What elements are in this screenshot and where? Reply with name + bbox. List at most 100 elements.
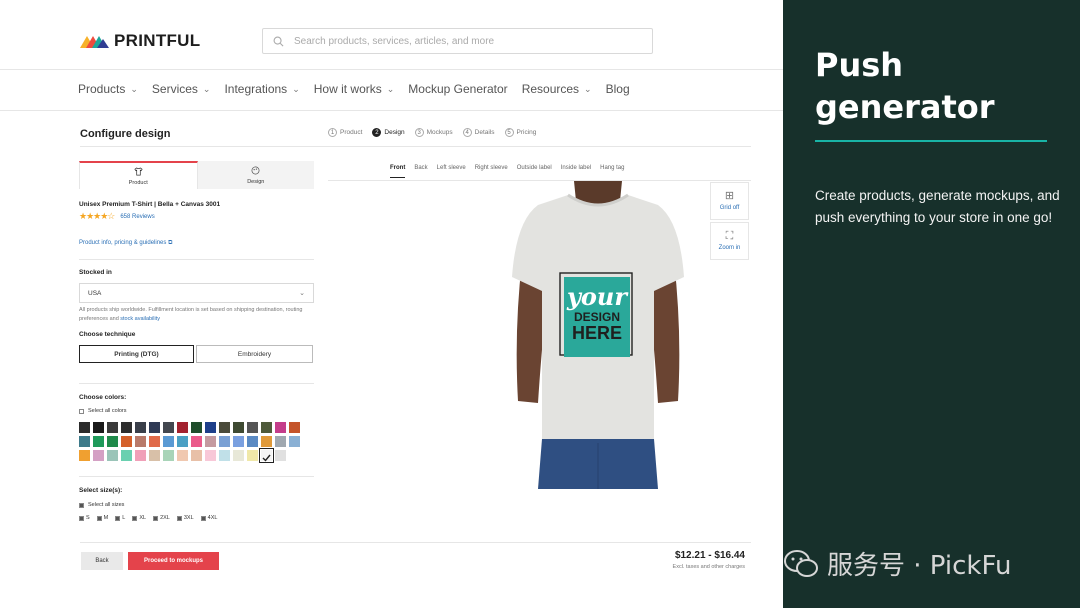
search-input[interactable]	[294, 35, 624, 47]
color-swatch[interactable]	[79, 422, 90, 433]
nav-item-integrations[interactable]: Integrations ⌄	[224, 82, 299, 96]
step-mockups[interactable]: 3 Mockups	[414, 128, 453, 137]
color-swatch[interactable]	[135, 422, 146, 433]
color-swatch[interactable]	[121, 422, 132, 433]
color-swatch[interactable]	[275, 422, 286, 433]
zoom-button[interactable]: ⛶ Zoom in	[710, 222, 749, 260]
step-details[interactable]: 4 Details	[462, 128, 495, 137]
color-swatch[interactable]	[247, 450, 258, 461]
reviews-link[interactable]: 658 Reviews	[120, 214, 154, 220]
step-design[interactable]: 2 Design	[372, 128, 405, 137]
color-swatch[interactable]	[219, 422, 230, 433]
color-swatch[interactable]	[289, 436, 300, 447]
nav-item-blog[interactable]: Blog	[606, 82, 630, 96]
promo-title-line1: Push	[815, 46, 904, 84]
grid-toggle-button[interactable]: ⊞ Grid off	[710, 182, 749, 220]
color-swatch[interactable]	[177, 450, 188, 461]
size-option-3xl[interactable]: 3XL	[176, 515, 194, 521]
size-option-2xl[interactable]: 2XL	[153, 515, 170, 521]
color-swatch[interactable]	[93, 436, 104, 447]
color-swatch[interactable]	[275, 436, 286, 447]
color-swatch[interactable]	[219, 450, 230, 461]
color-swatch[interactable]	[261, 422, 272, 433]
color-swatch[interactable]	[233, 436, 244, 447]
step-number: 1	[328, 128, 337, 137]
rating-stars: ★★★★☆	[79, 211, 115, 221]
nav-item-mockup-generator[interactable]: Mockup Generator	[408, 82, 507, 96]
color-swatch[interactable]	[191, 422, 202, 433]
color-swatch[interactable]	[191, 436, 202, 447]
tab-view-front[interactable]: Front	[390, 165, 406, 178]
color-swatch[interactable]	[163, 450, 174, 461]
tab-design[interactable]: Design	[197, 161, 314, 189]
step-pricing[interactable]: 5 Pricing	[504, 128, 536, 137]
proceed-to-mockups-button[interactable]: Proceed to mockups	[128, 552, 219, 570]
color-swatch[interactable]	[121, 436, 132, 447]
color-swatch[interactable]	[149, 436, 160, 447]
search-bar[interactable]	[262, 28, 653, 54]
step-product[interactable]: 1 Product	[328, 128, 362, 137]
printful-logo[interactable]: PRINTFUL	[80, 31, 200, 51]
size-option-m[interactable]: M	[96, 515, 108, 521]
color-swatch[interactable]	[135, 436, 146, 447]
tab-view-right-sleeve[interactable]: Right sleeve	[475, 165, 508, 178]
technique-label: Choose technique	[79, 331, 136, 338]
color-swatch[interactable]	[191, 450, 202, 461]
color-swatch[interactable]	[247, 422, 258, 433]
stock-availability-link[interactable]: stock availability	[120, 316, 160, 322]
color-swatch[interactable]	[79, 436, 90, 447]
color-swatch[interactable]	[259, 448, 274, 463]
color-swatch[interactable]	[121, 450, 132, 461]
product-info-link[interactable]: Product info, pricing & guidelines ⧉	[79, 240, 172, 247]
tab-view-hang-tag[interactable]: Hang tag	[600, 165, 624, 178]
size-option-l[interactable]: L	[115, 515, 125, 521]
color-swatch[interactable]	[177, 436, 188, 447]
size-option-s[interactable]: S	[79, 515, 90, 521]
nav-item-label: Mockup Generator	[408, 82, 508, 96]
color-swatch[interactable]	[93, 422, 104, 433]
brand-name: PRINTFUL	[114, 31, 201, 50]
tab-view-outside-label[interactable]: Outside label	[517, 165, 552, 178]
size-option-4xl[interactable]: 4XL	[200, 515, 217, 521]
color-swatch[interactable]	[205, 436, 216, 447]
color-swatch[interactable]	[233, 422, 244, 433]
color-swatch[interactable]	[205, 450, 216, 461]
color-swatch[interactable]	[107, 436, 118, 447]
design-placeholder[interactable]: your DESIGN HERE	[559, 272, 633, 357]
tab-product[interactable]: Product	[79, 161, 198, 189]
select-all-colors-checkbox[interactable]: Select all colors	[79, 408, 127, 414]
color-swatch[interactable]	[107, 422, 118, 433]
nav-item-how-it-works[interactable]: How it works ⌄	[314, 82, 395, 96]
color-swatch[interactable]	[107, 450, 118, 461]
color-swatch[interactable]	[149, 422, 160, 433]
color-swatch[interactable]	[205, 422, 216, 433]
technique-dtg-button[interactable]: Printing (DTG)	[79, 345, 194, 363]
color-swatch[interactable]	[149, 450, 160, 461]
stock-location-select[interactable]: USA ⌄	[79, 283, 314, 303]
nav-item-resources[interactable]: Resources ⌄	[522, 82, 592, 96]
color-swatch[interactable]	[275, 450, 286, 461]
color-swatch[interactable]	[261, 436, 272, 447]
color-swatch[interactable]	[163, 422, 174, 433]
color-swatch[interactable]	[79, 450, 90, 461]
checkbox-icon	[79, 515, 84, 521]
nav-item-services[interactable]: Services ⌄	[152, 82, 211, 96]
size-option-xl[interactable]: XL	[132, 515, 146, 521]
tab-view-back[interactable]: Back	[414, 165, 427, 178]
chevron-down-icon: ⌄	[584, 83, 592, 94]
back-button[interactable]: Back	[81, 552, 123, 570]
color-swatch[interactable]	[135, 450, 146, 461]
tab-view-inside-label[interactable]: Inside label	[561, 165, 591, 178]
technique-embroidery-button[interactable]: Embroidery	[196, 345, 313, 363]
color-swatch[interactable]	[163, 436, 174, 447]
tab-view-left-sleeve[interactable]: Left sleeve	[437, 165, 466, 178]
color-swatch[interactable]	[93, 450, 104, 461]
color-swatch[interactable]	[233, 450, 244, 461]
nav-item-products[interactable]: Products ⌄	[78, 82, 138, 96]
color-swatch[interactable]	[247, 436, 258, 447]
size-label: 3XL	[183, 515, 194, 521]
select-all-sizes-checkbox[interactable]: Select all sizes	[79, 502, 124, 508]
color-swatch[interactable]	[289, 422, 300, 433]
color-swatch[interactable]	[177, 422, 188, 433]
color-swatch[interactable]	[219, 436, 230, 447]
